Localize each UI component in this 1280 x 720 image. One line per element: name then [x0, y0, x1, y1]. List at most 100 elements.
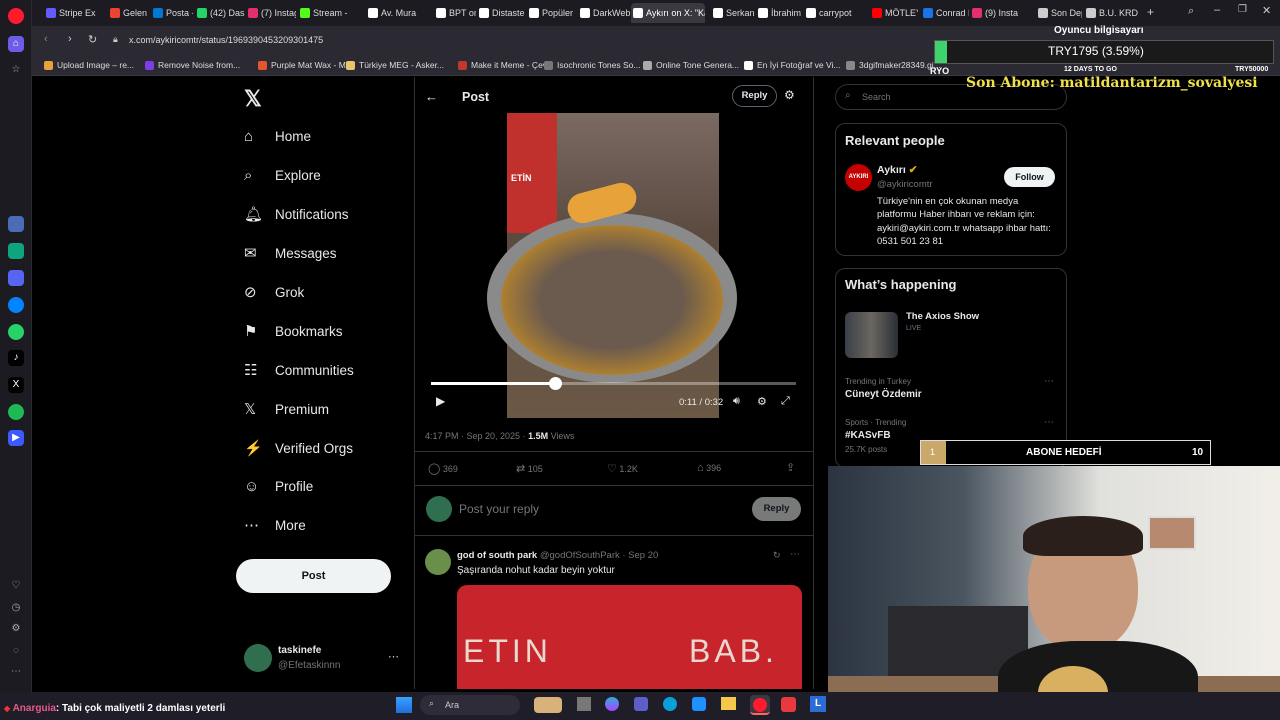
browser-tab[interactable]: Av. Mura [366, 3, 426, 23]
compose-post-button[interactable]: Post [236, 559, 391, 593]
minimize-icon[interactable]: – [1214, 4, 1220, 16]
bookmark-action[interactable]: ⌂ 396 [697, 462, 721, 474]
browser-tab[interactable]: (42) Das [195, 3, 245, 23]
tiktok-icon[interactable]: ♪ [8, 350, 24, 366]
sidebar-app-icon[interactable] [8, 216, 24, 232]
browser-tab[interactable]: Stream - [298, 3, 350, 23]
browser-tab[interactable]: Serkan T [711, 3, 755, 23]
forward-icon[interactable]: › [68, 33, 72, 45]
reply-media[interactable]: ETIN BAB. [457, 585, 802, 689]
whatsapp-icon[interactable] [8, 324, 24, 340]
bookmark-item[interactable]: Türkiye MEG - Asker... [346, 58, 444, 72]
more-icon[interactable]: ⋯ [8, 664, 24, 680]
bookmark-item[interactable]: 3dgifmaker28349.gi... [846, 58, 941, 72]
avatar[interactable] [244, 644, 272, 672]
browser-tab[interactable]: İbrahim [756, 3, 802, 23]
browser-tab[interactable]: Posta - E [151, 3, 193, 23]
reply-input[interactable]: Post your reply [459, 502, 539, 516]
browser-tab[interactable]: Stripe Ex [44, 3, 106, 23]
player-icon[interactable]: ▶ [8, 430, 24, 446]
reload-icon[interactable]: ↻ [88, 33, 97, 46]
grok-icon[interactable]: ↻ [773, 550, 781, 561]
browser-tab[interactable]: Popüler [527, 3, 577, 23]
store-icon[interactable] [692, 697, 706, 711]
video-scrubber[interactable] [549, 377, 563, 390]
browser-tab[interactable]: Distaste [477, 3, 525, 23]
browser-tab[interactable]: (7) Instag [246, 3, 296, 23]
play-icon[interactable]: ▶ [436, 394, 445, 408]
person-name[interactable]: Aykırı ✔ [877, 164, 918, 176]
reply-submit-button[interactable]: Reply [752, 497, 801, 521]
follow-button[interactable]: Follow [1004, 167, 1055, 187]
new-tab-icon[interactable]: + [1147, 5, 1154, 19]
trend2-more-icon[interactable]: ⋯ [1044, 417, 1054, 428]
browser-tab[interactable]: Aykırı on X: "Kal [631, 3, 705, 23]
nav-item-grok[interactable]: ⊘ Grok [244, 280, 304, 306]
taskbar-widget-icon[interactable] [534, 697, 562, 713]
trend1-more-icon[interactable]: ⋯ [1044, 376, 1054, 387]
nav-item-profile[interactable]: ☺ Profile [244, 474, 313, 500]
reply-author-name[interactable]: god of south park [457, 550, 537, 561]
fullscreen-icon[interactable]: ⤢ [781, 395, 790, 408]
opera-logo-icon[interactable] [8, 8, 24, 24]
taskbar-app-icon[interactable] [781, 697, 796, 712]
back-arrow-icon[interactable]: ← [425, 89, 438, 104]
nav-item-notifications[interactable]: 🔔︎ Notifications [244, 202, 349, 228]
nav-item-home[interactable]: ⌂ Home [244, 124, 311, 150]
taskbar-opera[interactable] [750, 695, 770, 715]
browser-tab[interactable]: Son Dep [1036, 3, 1082, 23]
like-action[interactable]: ♡ 1.2K [607, 462, 638, 475]
nav-item-communities[interactable]: ☷ Communities [244, 358, 354, 384]
repost-action[interactable]: ⇄ 105 [516, 462, 543, 475]
volume-icon[interactable]: 🔊︎ [733, 395, 740, 408]
account-more-icon[interactable]: ⋯ [388, 650, 399, 663]
messenger-icon[interactable] [8, 297, 24, 313]
explorer-icon[interactable] [721, 697, 736, 710]
nav-item-verified-orgs[interactable]: ⚡ Verified Orgs [244, 436, 353, 462]
reply-more-icon[interactable]: ⋯ [790, 549, 800, 560]
bookmark-item[interactable]: En İyi Fotoğraf ve Vi... [744, 58, 840, 72]
back-icon[interactable]: ‹ [44, 33, 48, 45]
browser-tab[interactable]: B.U. KRD [1084, 3, 1144, 23]
header-reply-button[interactable]: Reply [732, 85, 777, 107]
x-logo-icon[interactable]: 𝕏 [244, 86, 262, 112]
chatgpt-icon[interactable] [8, 243, 24, 259]
trend1-name[interactable]: Cüneyt Özdemir [845, 389, 922, 400]
teams-icon[interactable] [634, 697, 648, 711]
history-icon[interactable]: ◷ [8, 600, 24, 616]
nav-item-premium[interactable]: 𝕏 Premium [244, 397, 329, 423]
video-player[interactable]: ETİN ▶ 0:11 / 0:32 🔊︎ ⚙ ⤢ [426, 113, 803, 418]
browser-tab[interactable]: Conrad E [921, 3, 969, 23]
show-thumbnail[interactable] [845, 312, 898, 358]
aykiri-avatar[interactable]: AYKIRI [845, 164, 872, 191]
workspace-star-icon[interactable]: ☆ [8, 62, 24, 78]
site-info-icon[interactable]: 🔒︎ [113, 34, 118, 45]
bookmark-item[interactable]: Online Tone Genera... [643, 58, 739, 72]
copilot-icon[interactable] [605, 697, 619, 711]
task-view-icon[interactable] [577, 697, 591, 711]
bookmark-item[interactable]: Isochronic Tones So... [544, 58, 640, 72]
browser-tab[interactable]: Gelen Ku [108, 3, 150, 23]
nav-item-messages[interactable]: ✉ Messages [244, 241, 337, 267]
windows-start-icon[interactable] [396, 697, 412, 713]
x-sidebar-icon[interactable]: X [8, 377, 24, 393]
filter-icon[interactable]: ⚙ [784, 88, 795, 102]
reply-author-avatar[interactable] [425, 549, 451, 575]
reply-action[interactable]: ◯ 369 [428, 462, 458, 475]
tab-search-icon[interactable]: ⌕ [1188, 5, 1194, 18]
browser-tab[interactable]: (9) Insta [970, 3, 1022, 23]
browser-tab[interactable]: carrypot [804, 3, 860, 23]
close-window-icon[interactable]: ✕ [1262, 4, 1271, 17]
spotify-icon[interactable] [8, 404, 24, 420]
bookmark-item[interactable]: Remove Noise from... [145, 58, 240, 72]
edge-icon[interactable] [663, 697, 677, 711]
bookmark-item[interactable]: Make it Meme - Çev... [458, 58, 554, 72]
heart-icon[interactable]: ♡ [8, 578, 24, 594]
taskbar-search[interactable]: Ara [420, 695, 520, 715]
show-title[interactable]: The Axios Show [906, 311, 979, 322]
share-icon[interactable]: ⇪ [786, 461, 795, 474]
discord-icon[interactable] [8, 270, 24, 286]
browser-tab[interactable]: BPT on X [434, 3, 476, 23]
bookmark-item[interactable]: Purple Mat Wax - M... [258, 58, 353, 72]
nav-item-bookmarks[interactable]: ⚑ Bookmarks [244, 319, 343, 345]
